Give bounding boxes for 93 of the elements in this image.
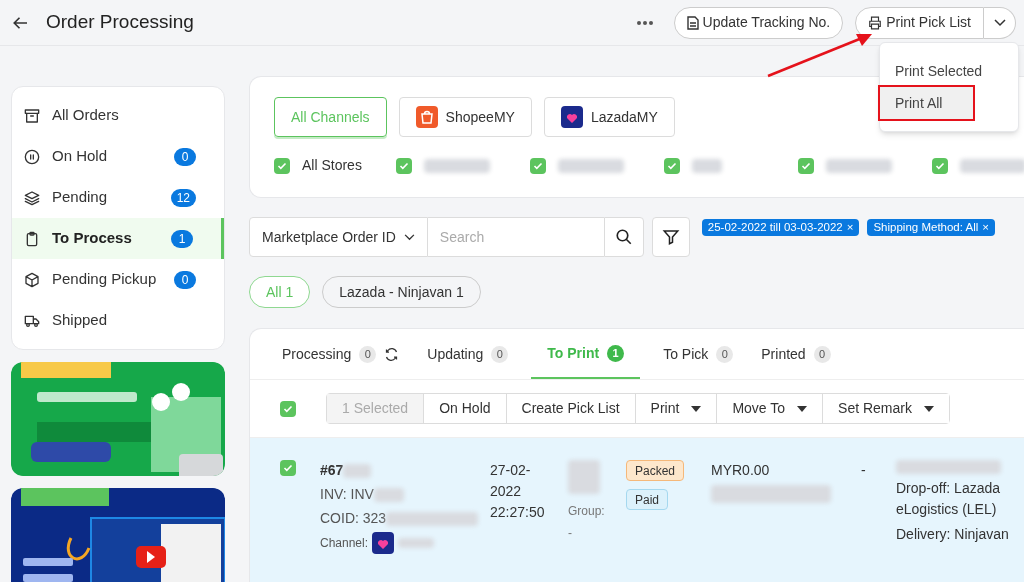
clipboard-icon: [24, 230, 40, 247]
count-badge: 1: [607, 344, 625, 362]
channel-label: Channel:: [320, 535, 369, 552]
blurred-text: [424, 158, 490, 173]
blurred-text: [692, 158, 722, 173]
cube-icon: [24, 271, 40, 288]
check-icon: [533, 160, 543, 171]
refresh-icon[interactable]: [384, 346, 400, 362]
search-button[interactable]: [603, 217, 644, 257]
menu-item[interactable]: Print Selected: [880, 55, 1018, 87]
sidebar-item[interactable]: To Process 1: [12, 218, 224, 259]
shipping-info: Drop-off: Lazada eLogistics (LEL): [896, 479, 1002, 519]
status-tab[interactable]: Updating 0: [422, 329, 514, 379]
heart-logo-icon: [372, 532, 395, 554]
blurred-text: [373, 487, 404, 502]
checkbox[interactable]: [396, 157, 412, 174]
filter-button[interactable]: [651, 217, 690, 257]
sidebar-item[interactable]: Pending 12: [12, 177, 224, 218]
order-id: #67: [320, 461, 344, 480]
checkbox[interactable]: [530, 157, 546, 174]
search-icon: [614, 228, 633, 246]
print-pick-list-button[interactable]: Print Pick List: [855, 6, 984, 39]
count-badge: 0: [174, 270, 196, 289]
blurred-text: [558, 158, 624, 173]
count-badge: 0: [359, 345, 377, 363]
status-tag: Packed: [626, 460, 685, 481]
channel-tab[interactable]: ShopeeMY: [398, 97, 532, 137]
dash-text: -: [861, 461, 867, 480]
chevron-down-icon: [993, 18, 1006, 27]
checkbox[interactable]: [280, 460, 296, 476]
count-badge: 12: [170, 188, 196, 207]
count-badge: 0: [491, 345, 509, 363]
order-row[interactable]: #67 INV: INV COID: 323 Channel: 27-02-2022 22:27:50 Group: - Packed Paid MYR0.00 - Drop-off: Lazada eLogistics (LEL) Delivery: Ninjavan: [250, 438, 1024, 582]
coid-number: COID: 323: [320, 509, 387, 528]
shopping-bag-icon: [415, 106, 438, 128]
sidebar-item[interactable]: On Hold 0: [12, 136, 224, 177]
count-badge: 0: [813, 345, 831, 363]
shipping-info: Delivery: Ninjavan: [896, 525, 1010, 544]
sidebar-item[interactable]: Shipped: [12, 300, 224, 341]
blurred-text: [568, 460, 600, 494]
check-icon: [277, 160, 287, 171]
filter-chip[interactable]: 25-02-2022 till 03-03-2022 ×: [701, 219, 860, 236]
blurred-text: [398, 538, 435, 548]
check-icon: [667, 160, 677, 171]
invoice-number: INV: INV: [320, 485, 374, 504]
group-pill[interactable]: Lazada - Ninjavan 1: [322, 276, 481, 308]
check-icon: [399, 160, 409, 171]
filter-chip[interactable]: Shipping Method: All ×: [867, 219, 996, 236]
menu-item[interactable]: Print All: [880, 87, 973, 119]
search-type-select[interactable]: Marketplace Order ID: [249, 217, 428, 257]
dropdown-toggle[interactable]: [984, 6, 1016, 39]
checkbox[interactable]: [280, 400, 296, 417]
pause-icon: [24, 148, 40, 165]
order-date: 27-02-2022 22:27:50: [490, 461, 546, 522]
status-tag: Paid: [626, 489, 669, 510]
checkbox[interactable]: [664, 157, 680, 174]
close-icon[interactable]: ×: [846, 218, 854, 237]
status-tab[interactable]: Printed 0: [756, 329, 836, 379]
checkbox[interactable]: [274, 157, 290, 174]
heart-logo-icon: [560, 106, 583, 128]
status-tab[interactable]: Processing 0: [277, 329, 405, 379]
blurred-text: [960, 158, 1024, 173]
check-icon: [935, 160, 945, 171]
blurred-text: [826, 158, 892, 173]
status-tab[interactable]: To Pick 0: [658, 329, 739, 379]
checkbox[interactable]: [798, 157, 814, 174]
sidebar-item[interactable]: Pending Pickup 0: [12, 259, 224, 300]
check-icon: [283, 463, 293, 473]
sidebar-item[interactable]: All Orders: [12, 95, 224, 136]
store-label: All Stores: [302, 156, 362, 175]
check-icon: [801, 160, 811, 171]
close-icon[interactable]: ×: [982, 218, 990, 237]
group-label: Group:: [568, 503, 606, 520]
update-tracking-button[interactable]: Update Tracking No.: [673, 6, 844, 39]
document-icon: [686, 15, 699, 30]
blurred-text: [343, 463, 372, 478]
search-field[interactable]: Search: [427, 217, 604, 257]
count-badge: 1: [171, 229, 193, 248]
page-title: Order Processing: [46, 10, 194, 35]
chevron-down-icon: [403, 233, 415, 241]
count-badge: 0: [716, 345, 734, 363]
bulk-action-button[interactable]: Set Remark: [822, 394, 949, 423]
group-value: -: [568, 525, 573, 542]
count-badge: 0: [174, 147, 196, 166]
channel-tab[interactable]: LazadaMY: [543, 97, 675, 137]
check-icon: [283, 403, 293, 414]
order-amount: MYR0.00: [711, 461, 771, 480]
checkbox[interactable]: [932, 157, 948, 174]
printer-icon: [868, 15, 883, 30]
more-icon[interactable]: [635, 19, 654, 26]
archive-icon: [24, 107, 40, 124]
filter-icon: [661, 228, 680, 246]
layers-icon: [24, 189, 40, 206]
